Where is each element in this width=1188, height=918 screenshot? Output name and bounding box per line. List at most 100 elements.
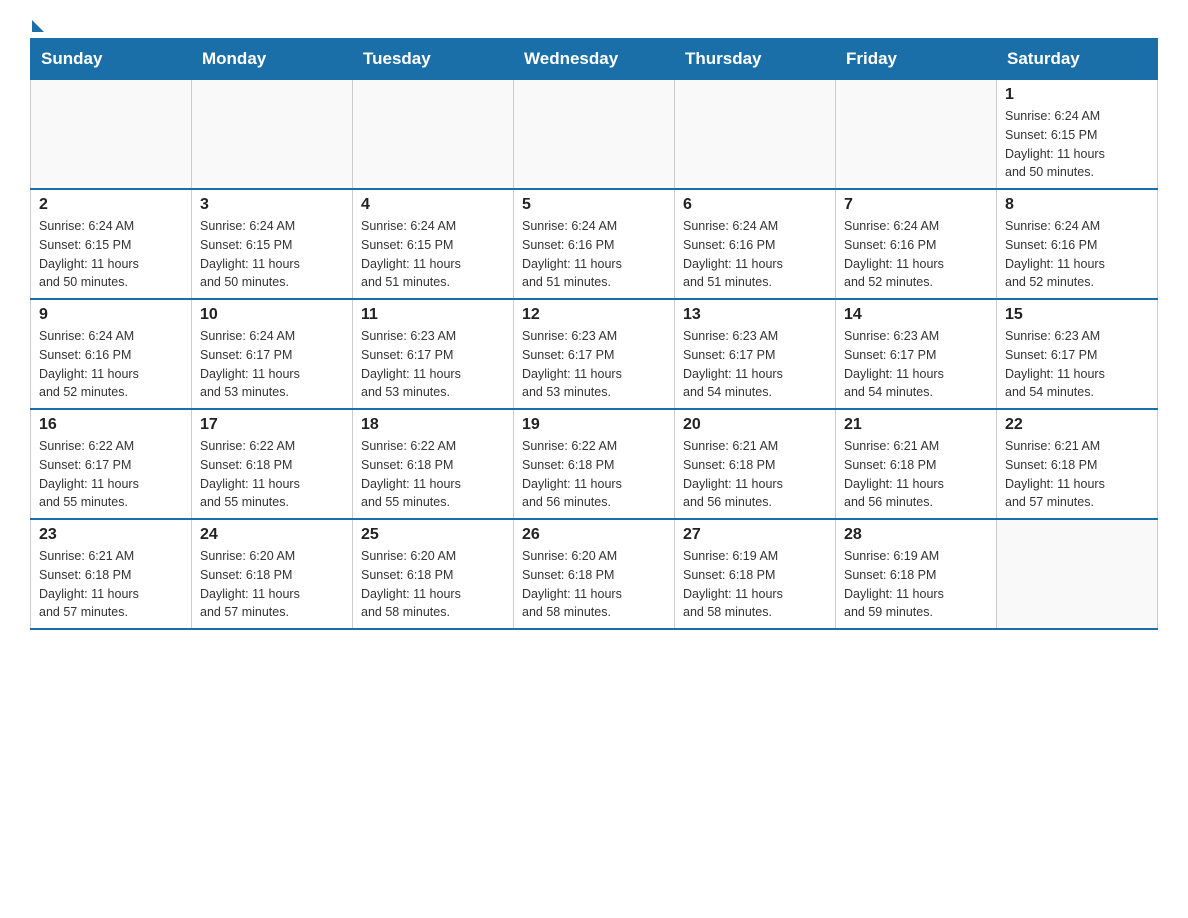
day-info: Sunrise: 6:22 AMSunset: 6:18 PMDaylight:… (200, 437, 344, 512)
day-number: 1 (1005, 86, 1149, 104)
day-number: 9 (39, 306, 183, 324)
calendar-cell: 6 Sunrise: 6:24 AMSunset: 6:16 PMDaylight… (675, 189, 836, 299)
calendar-cell: 14Sunrise: 6:23 AMSunset: 6:17 PMDayligh… (836, 299, 997, 409)
calendar-cell: 21 Sunrise: 6:21 AMSunset: 6:18 PMDayligh… (836, 409, 997, 519)
day-number: 14 (844, 306, 988, 324)
calendar-cell: 18 Sunrise: 6:22 AMSunset: 6:18 PMDayligh… (353, 409, 514, 519)
calendar-table: SundayMondayTuesdayWednesdayThursdayFrid… (30, 38, 1158, 630)
calendar-cell: 16 Sunrise: 6:22 AMSunset: 6:17 PMDayligh… (31, 409, 192, 519)
calendar-cell: 1 Sunrise: 6:24 AMSunset: 6:15 PMDaylight… (997, 80, 1158, 190)
calendar-cell: 19 Sunrise: 6:22 AMSunset: 6:18 PMDayligh… (514, 409, 675, 519)
calendar-cell (997, 519, 1158, 629)
day-number: 16 (39, 416, 183, 434)
column-header-thursday: Thursday (675, 39, 836, 80)
calendar-week-row: 1 Sunrise: 6:24 AMSunset: 6:15 PMDaylight… (31, 80, 1158, 190)
column-header-sunday: Sunday (31, 39, 192, 80)
day-number: 5 (522, 196, 666, 214)
day-info: Sunrise: 6:20 AMSunset: 6:18 PMDaylight:… (361, 547, 505, 622)
day-info: Sunrise: 6:24 AMSunset: 6:15 PMDaylight:… (39, 217, 183, 292)
calendar-header-row: SundayMondayTuesdayWednesdayThursdayFrid… (31, 39, 1158, 80)
day-number: 24 (200, 526, 344, 544)
day-number: 7 (844, 196, 988, 214)
calendar-cell (675, 80, 836, 190)
calendar-cell: 5Sunrise: 6:24 AMSunset: 6:16 PMDaylight… (514, 189, 675, 299)
day-info: Sunrise: 6:24 AMSunset: 6:17 PMDaylight:… (200, 327, 344, 402)
calendar-cell: 23 Sunrise: 6:21 AMSunset: 6:18 PMDayligh… (31, 519, 192, 629)
day-info: Sunrise: 6:20 AMSunset: 6:18 PMDaylight:… (522, 547, 666, 622)
day-number: 3 (200, 196, 344, 214)
calendar-week-row: 9 Sunrise: 6:24 AMSunset: 6:16 PMDaylight… (31, 299, 1158, 409)
day-number: 23 (39, 526, 183, 544)
calendar-cell: 25 Sunrise: 6:20 AMSunset: 6:18 PMDayligh… (353, 519, 514, 629)
calendar-cell: 15 Sunrise: 6:23 AMSunset: 6:17 PMDayligh… (997, 299, 1158, 409)
day-info: Sunrise: 6:22 AMSunset: 6:18 PMDaylight:… (361, 437, 505, 512)
day-info: Sunrise: 6:21 AMSunset: 6:18 PMDaylight:… (844, 437, 988, 512)
day-info: Sunrise: 6:24 AMSunset: 6:16 PMDaylight:… (683, 217, 827, 292)
day-info: Sunrise: 6:22 AMSunset: 6:18 PMDaylight:… (522, 437, 666, 512)
day-info: Sunrise: 6:23 AMSunset: 6:17 PMDaylight:… (361, 327, 505, 402)
column-header-tuesday: Tuesday (353, 39, 514, 80)
day-number: 10 (200, 306, 344, 324)
day-info: Sunrise: 6:23 AMSunset: 6:17 PMDaylight:… (522, 327, 666, 402)
day-number: 2 (39, 196, 183, 214)
day-info: Sunrise: 6:21 AMSunset: 6:18 PMDaylight:… (1005, 437, 1149, 512)
day-info: Sunrise: 6:22 AMSunset: 6:17 PMDaylight:… (39, 437, 183, 512)
day-number: 19 (522, 416, 666, 434)
day-number: 17 (200, 416, 344, 434)
calendar-cell: 12 Sunrise: 6:23 AMSunset: 6:17 PMDayligh… (514, 299, 675, 409)
calendar-cell (353, 80, 514, 190)
page-header (30, 20, 1158, 28)
calendar-cell: 24 Sunrise: 6:20 AMSunset: 6:18 PMDayligh… (192, 519, 353, 629)
day-info: Sunrise: 6:24 AMSunset: 6:16 PMDaylight:… (39, 327, 183, 402)
calendar-cell: 22 Sunrise: 6:21 AMSunset: 6:18 PMDayligh… (997, 409, 1158, 519)
calendar-cell: 26 Sunrise: 6:20 AMSunset: 6:18 PMDayligh… (514, 519, 675, 629)
day-info: Sunrise: 6:21 AMSunset: 6:18 PMDaylight:… (683, 437, 827, 512)
column-header-friday: Friday (836, 39, 997, 80)
day-info: Sunrise: 6:23 AMSunset: 6:17 PMDaylight:… (683, 327, 827, 402)
day-number: 22 (1005, 416, 1149, 434)
day-info: Sunrise: 6:24 AMSunset: 6:16 PMDaylight:… (844, 217, 988, 292)
calendar-cell: 4Sunrise: 6:24 AMSunset: 6:15 PMDaylight… (353, 189, 514, 299)
calendar-cell: 27 Sunrise: 6:19 AMSunset: 6:18 PMDayligh… (675, 519, 836, 629)
calendar-week-row: 16 Sunrise: 6:22 AMSunset: 6:17 PMDayligh… (31, 409, 1158, 519)
calendar-cell: 2 Sunrise: 6:24 AMSunset: 6:15 PMDaylight… (31, 189, 192, 299)
calendar-cell (514, 80, 675, 190)
day-number: 8 (1005, 196, 1149, 214)
day-info: Sunrise: 6:19 AMSunset: 6:18 PMDaylight:… (844, 547, 988, 622)
calendar-cell (192, 80, 353, 190)
day-info: Sunrise: 6:24 AMSunset: 6:15 PMDaylight:… (200, 217, 344, 292)
day-number: 25 (361, 526, 505, 544)
calendar-cell: 8 Sunrise: 6:24 AMSunset: 6:16 PMDaylight… (997, 189, 1158, 299)
day-number: 21 (844, 416, 988, 434)
column-header-saturday: Saturday (997, 39, 1158, 80)
day-info: Sunrise: 6:20 AMSunset: 6:18 PMDaylight:… (200, 547, 344, 622)
column-header-wednesday: Wednesday (514, 39, 675, 80)
calendar-cell: 28 Sunrise: 6:19 AMSunset: 6:18 PMDayligh… (836, 519, 997, 629)
logo-triangle-icon (32, 20, 44, 32)
day-number: 12 (522, 306, 666, 324)
day-info: Sunrise: 6:24 AMSunset: 6:16 PMDaylight:… (1005, 217, 1149, 292)
logo (30, 20, 44, 28)
column-header-monday: Monday (192, 39, 353, 80)
calendar-cell: 20 Sunrise: 6:21 AMSunset: 6:18 PMDayligh… (675, 409, 836, 519)
calendar-cell: 11Sunrise: 6:23 AMSunset: 6:17 PMDayligh… (353, 299, 514, 409)
calendar-week-row: 23 Sunrise: 6:21 AMSunset: 6:18 PMDayligh… (31, 519, 1158, 629)
day-number: 26 (522, 526, 666, 544)
day-number: 4 (361, 196, 505, 214)
day-number: 6 (683, 196, 827, 214)
calendar-cell (31, 80, 192, 190)
day-number: 28 (844, 526, 988, 544)
day-number: 15 (1005, 306, 1149, 324)
day-info: Sunrise: 6:21 AMSunset: 6:18 PMDaylight:… (39, 547, 183, 622)
day-number: 13 (683, 306, 827, 324)
calendar-cell: 10 Sunrise: 6:24 AMSunset: 6:17 PMDayligh… (192, 299, 353, 409)
day-number: 27 (683, 526, 827, 544)
day-number: 20 (683, 416, 827, 434)
day-info: Sunrise: 6:24 AMSunset: 6:15 PMDaylight:… (1005, 107, 1149, 182)
calendar-cell: 9 Sunrise: 6:24 AMSunset: 6:16 PMDaylight… (31, 299, 192, 409)
calendar-week-row: 2 Sunrise: 6:24 AMSunset: 6:15 PMDaylight… (31, 189, 1158, 299)
day-info: Sunrise: 6:19 AMSunset: 6:18 PMDaylight:… (683, 547, 827, 622)
day-info: Sunrise: 6:23 AMSunset: 6:17 PMDaylight:… (1005, 327, 1149, 402)
calendar-cell: 3 Sunrise: 6:24 AMSunset: 6:15 PMDaylight… (192, 189, 353, 299)
day-number: 18 (361, 416, 505, 434)
